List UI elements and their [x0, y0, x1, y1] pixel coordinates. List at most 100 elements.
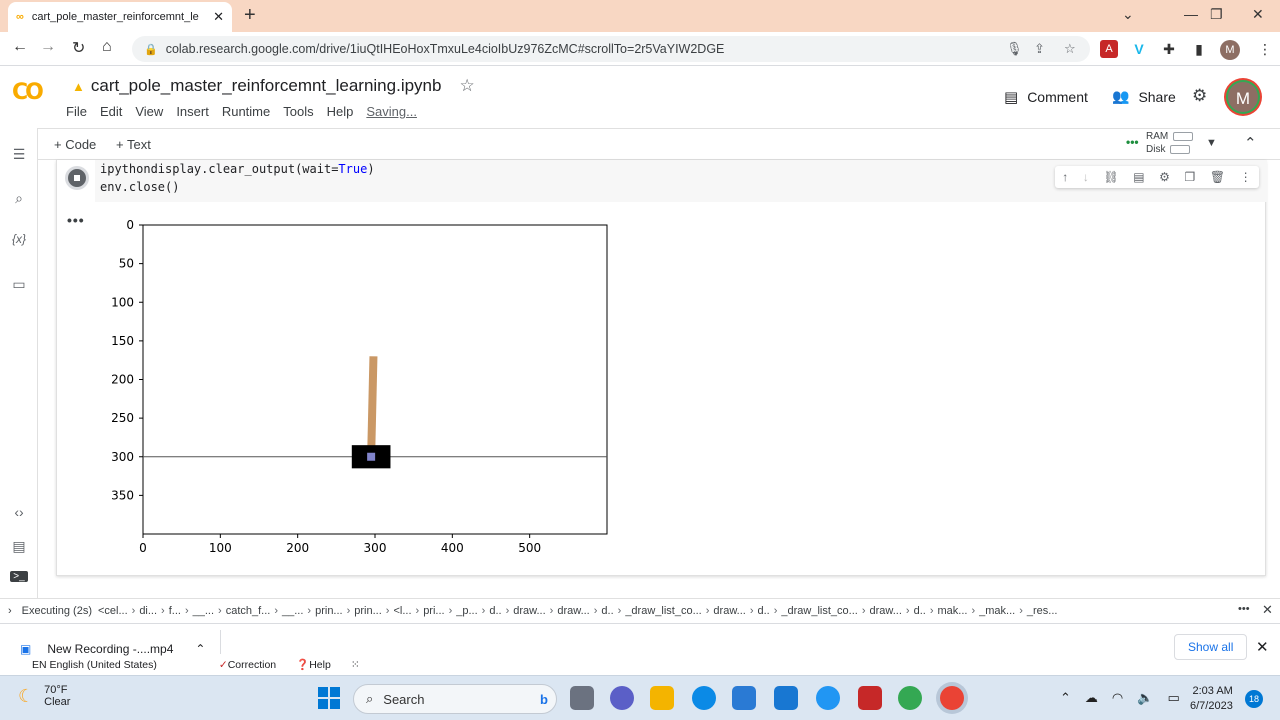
menu-file[interactable]: File	[66, 104, 87, 119]
trace-frame[interactable]: d..	[914, 605, 926, 617]
pdf-extension-icon[interactable]: A	[1100, 40, 1118, 58]
star-icon[interactable]: ☆	[459, 76, 474, 96]
new-tab-button[interactable]: +	[244, 4, 256, 27]
close-status-icon[interactable]: ✕	[1262, 602, 1273, 618]
collapse-header-icon[interactable]: ⌃	[1244, 134, 1257, 152]
wifi-icon[interactable]: ◠	[1112, 690, 1123, 706]
trace-frame[interactable]: draw...	[513, 605, 545, 617]
add-code-button[interactable]: + Code	[54, 137, 96, 152]
move-down-icon[interactable]: ↓	[1083, 170, 1089, 184]
trace-frame[interactable]: di...	[139, 605, 157, 617]
mirror-cell-icon[interactable]: ❐	[1185, 170, 1196, 184]
vimeo-extension-icon[interactable]: V	[1130, 40, 1148, 58]
resource-monitor[interactable]: RAM Disk	[1146, 131, 1194, 155]
menu-tools[interactable]: Tools	[283, 104, 313, 119]
ime-options-icon[interactable]: ⁙	[351, 659, 360, 671]
trace-frame[interactable]: d..	[758, 605, 770, 617]
account-avatar[interactable]: M	[1226, 80, 1260, 114]
output-menu-icon[interactable]: •••	[67, 212, 85, 228]
trace-frame[interactable]: d..	[601, 605, 613, 617]
trace-frame[interactable]: <cel...	[98, 605, 128, 617]
cell-settings-icon[interactable]: ⚙	[1159, 170, 1170, 184]
weather-widget[interactable]: ☾ 70°F Clear	[18, 684, 70, 708]
menu-view[interactable]: View	[135, 104, 163, 119]
windows-start-icon[interactable]	[318, 687, 340, 709]
settings-gear-icon[interactable]: ⚙	[1192, 86, 1207, 106]
trace-frame[interactable]: <l...	[393, 605, 411, 617]
mic-icon[interactable]: 🎙	[1006, 41, 1023, 57]
table-of-contents-icon[interactable]: ☰	[9, 146, 29, 163]
help-button[interactable]: ❓Help	[296, 658, 331, 671]
menu-help[interactable]: Help	[327, 104, 354, 119]
trace-frame[interactable]: prin...	[354, 605, 382, 617]
restore-button[interactable]: ❐	[1210, 6, 1223, 23]
delete-icon[interactable]: 🗑	[1210, 170, 1225, 184]
mcafee-icon[interactable]	[858, 686, 882, 710]
stop-execution-button[interactable]	[65, 166, 89, 190]
download-chevron-icon[interactable]: ⌃	[195, 642, 205, 656]
share-button[interactable]: 👥 Share	[1112, 88, 1176, 105]
link-icon[interactable]: ⛓	[1103, 170, 1118, 184]
trace-frame[interactable]: draw...	[870, 605, 902, 617]
show-all-button[interactable]: Show all	[1174, 634, 1248, 660]
tips-icon[interactable]	[816, 686, 840, 710]
volume-icon[interactable]: 🔈	[1137, 690, 1153, 706]
download-item[interactable]: ▣ New Recording -....mp4 ⌃	[20, 642, 205, 656]
chrome-profile-icon[interactable]	[940, 686, 964, 710]
trace-frame[interactable]: mak...	[938, 605, 968, 617]
back-button[interactable]: ←	[12, 38, 28, 56]
trace-frame[interactable]: draw...	[713, 605, 745, 617]
trace-frame[interactable]: d..	[489, 605, 501, 617]
home-button[interactable]: ⌂	[102, 38, 112, 56]
browser-menu-icon[interactable]: ⋮	[1256, 40, 1274, 58]
teams-chat-icon[interactable]	[610, 686, 634, 710]
trace-frame[interactable]: draw...	[557, 605, 589, 617]
trace-frame[interactable]: f...	[169, 605, 181, 617]
trace-frame[interactable]: prin...	[315, 605, 343, 617]
correction-button[interactable]: ✓Correction	[219, 659, 276, 671]
system-clock[interactable]: 2:03 AM 6/7/2023	[1190, 684, 1233, 714]
onedrive-icon[interactable]: ☁	[1085, 690, 1098, 706]
edge-browser-icon[interactable]	[692, 686, 716, 710]
chrome-icon[interactable]	[898, 686, 922, 710]
trace-frame[interactable]: _res...	[1027, 605, 1058, 617]
trace-frame[interactable]: _p...	[456, 605, 477, 617]
trace-frame[interactable]: catch_f...	[226, 605, 271, 617]
search-icon[interactable]: ⌕	[9, 190, 29, 207]
reload-button[interactable]: ↻	[72, 38, 85, 58]
comment-button[interactable]: ▤ Comment	[1004, 88, 1088, 106]
more-trace-icon[interactable]: •••	[1238, 603, 1250, 615]
trace-frame[interactable]: _mak...	[979, 605, 1015, 617]
microsoft-store-icon[interactable]	[732, 686, 756, 710]
code-snippets-icon[interactable]: ‹›	[9, 504, 29, 520]
forward-button[interactable]: →	[40, 38, 56, 56]
battery-icon[interactable]: ▭	[1167, 690, 1179, 706]
notebook-title[interactable]: cart_pole_master_reinforcemnt_learning.i…	[91, 76, 442, 96]
browser-tab[interactable]: ∞ cart_pole_master_reinforcemnt_le ✕	[8, 2, 232, 32]
menu-runtime[interactable]: Runtime	[222, 104, 270, 119]
files-folder-icon[interactable]: ▭	[9, 276, 29, 293]
side-panel-icon[interactable]: ▮	[1190, 40, 1208, 58]
close-window-button[interactable]: ✕	[1252, 6, 1264, 23]
tray-overflow-icon[interactable]: ⌃	[1060, 690, 1071, 706]
myhp-icon[interactable]	[774, 686, 798, 710]
extensions-puzzle-icon[interactable]: ✚	[1160, 40, 1178, 58]
minimize-button[interactable]: —	[1184, 6, 1198, 22]
file-explorer-icon[interactable]	[650, 686, 674, 710]
command-palette-icon[interactable]: ▤	[9, 538, 29, 555]
code-cell[interactable]: ipythondisplay.clear_output(wait=True) e…	[56, 160, 1267, 576]
trace-frame[interactable]: _draw_list_co...	[781, 605, 857, 617]
address-bar[interactable]: 🔒 colab.research.google.com/drive/1iuQtI…	[132, 36, 1090, 62]
share-page-icon[interactable]: ⇪	[1034, 41, 1045, 57]
taskbar-search[interactable]: ⌕ Search b	[353, 684, 557, 714]
notification-badge[interactable]: 18	[1245, 690, 1263, 708]
ime-language[interactable]: EN English (United States)	[32, 659, 157, 671]
expand-status-icon[interactable]: ›	[8, 605, 12, 617]
close-tab-icon[interactable]: ✕	[213, 9, 224, 25]
terminal-icon[interactable]: >_	[10, 571, 28, 582]
move-up-icon[interactable]: ↑	[1062, 170, 1068, 184]
trace-frame[interactable]: __...	[193, 605, 214, 617]
variables-icon[interactable]: {x}	[9, 232, 29, 246]
browser-profile-avatar[interactable]: M	[1220, 40, 1240, 60]
tab-search-icon[interactable]: ⌄	[1122, 6, 1134, 23]
